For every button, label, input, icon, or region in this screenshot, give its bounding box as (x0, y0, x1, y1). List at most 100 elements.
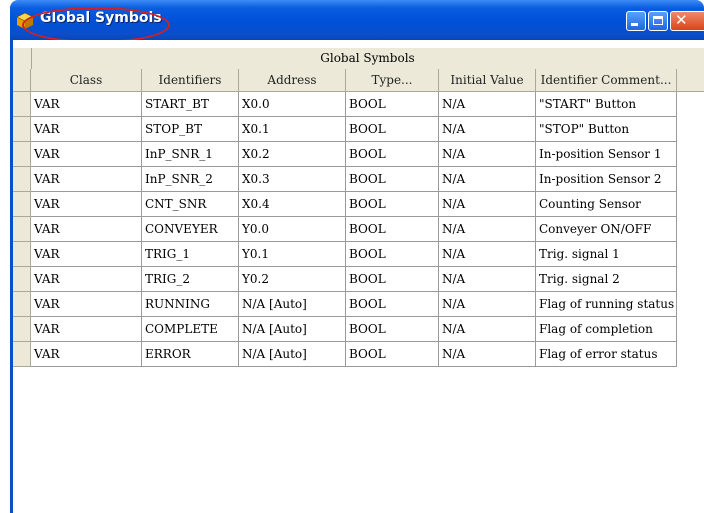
table-row[interactable]: VAR ERROR N/A [Auto] BOOL N/A Flag of error s… (13, 342, 704, 367)
cell-address[interactable]: X0.1 (239, 117, 346, 142)
cell-type[interactable]: BOOL (346, 192, 439, 217)
row-header[interactable] (13, 142, 31, 167)
symbol-table: Global Symbols Class Identifiers Address… (13, 40, 704, 513)
cell-initial-value[interactable]: N/A (439, 92, 536, 117)
cell-type[interactable]: BOOL (346, 242, 439, 267)
cell-initial-value[interactable]: N/A (439, 192, 536, 217)
cell-class[interactable]: VAR (31, 267, 142, 292)
cell-address[interactable]: N/A [Auto] (239, 292, 346, 317)
cell-address[interactable]: X0.3 (239, 167, 346, 192)
cell-comment[interactable]: "START" Button (536, 92, 677, 117)
column-headers: Class Identifiers Address Type... Initia… (13, 69, 704, 92)
table-row[interactable]: VAR CNT_SNR X0.4 BOOL N/A Counting Sensor (13, 192, 704, 217)
cell-class[interactable]: VAR (31, 242, 142, 267)
row-header[interactable] (13, 317, 31, 342)
cell-comment[interactable]: Flag of completion (536, 317, 677, 342)
cell-address[interactable]: X0.0 (239, 92, 346, 117)
cell-identifier[interactable]: InP_SNR_1 (142, 142, 239, 167)
column-header-identifier-comment[interactable]: Identifier Comment... (536, 69, 677, 91)
cell-class[interactable]: VAR (31, 342, 142, 367)
cell-type[interactable]: BOOL (346, 267, 439, 292)
cell-identifier[interactable]: COMPLETE (142, 317, 239, 342)
row-header[interactable] (13, 292, 31, 317)
cell-type[interactable]: BOOL (346, 167, 439, 192)
cell-comment[interactable]: In-position Sensor 2 (536, 167, 677, 192)
cell-comment[interactable]: Conveyer ON/OFF (536, 217, 677, 242)
cell-initial-value[interactable]: N/A (439, 217, 536, 242)
cell-initial-value[interactable]: N/A (439, 317, 536, 342)
column-header-class[interactable]: Class (31, 69, 142, 91)
cell-address[interactable]: Y0.1 (239, 242, 346, 267)
cell-class[interactable]: VAR (31, 117, 142, 142)
cell-comment[interactable]: Trig. signal 1 (536, 242, 677, 267)
cell-type[interactable]: BOOL (346, 117, 439, 142)
cell-type[interactable]: BOOL (346, 142, 439, 167)
cell-initial-value[interactable]: N/A (439, 167, 536, 192)
cell-initial-value[interactable]: N/A (439, 267, 536, 292)
row-header[interactable] (13, 267, 31, 292)
cell-identifier[interactable]: START_BT (142, 92, 239, 117)
table-row[interactable]: VAR TRIG_1 Y0.1 BOOL N/A Trig. signal 1 (13, 242, 704, 267)
cell-class[interactable]: VAR (31, 92, 142, 117)
table-row[interactable]: VAR RUNNING N/A [Auto] BOOL N/A Flag of runni… (13, 292, 704, 317)
cell-address[interactable]: Y0.0 (239, 217, 346, 242)
row-header[interactable] (13, 192, 31, 217)
cell-address[interactable]: Y0.2 (239, 267, 346, 292)
cell-comment[interactable]: Flag of error status (536, 342, 677, 367)
cell-identifier[interactable]: TRIG_1 (142, 242, 239, 267)
cell-type[interactable]: BOOL (346, 292, 439, 317)
cell-initial-value[interactable]: N/A (439, 117, 536, 142)
cell-comment[interactable]: Trig. signal 2 (536, 267, 677, 292)
cell-address[interactable]: X0.4 (239, 192, 346, 217)
cell-class[interactable]: VAR (31, 142, 142, 167)
cell-type[interactable]: BOOL (346, 317, 439, 342)
table-row[interactable]: VAR CONVEYER Y0.0 BOOL N/A Conveyer ON/OFF (13, 217, 704, 242)
row-header[interactable] (13, 242, 31, 267)
row-header[interactable] (13, 92, 31, 117)
cell-type[interactable]: BOOL (346, 342, 439, 367)
cell-identifier[interactable]: RUNNING (142, 292, 239, 317)
minimize-button[interactable] (626, 11, 646, 31)
title-bar[interactable]: Global Symbols ✕ (10, 0, 704, 43)
cell-comment[interactable]: In-position Sensor 1 (536, 142, 677, 167)
cell-initial-value[interactable]: N/A (439, 242, 536, 267)
cell-class[interactable]: VAR (31, 317, 142, 342)
table-row[interactable]: VAR COMPLETE N/A [Auto] BOOL N/A Flag of comp… (13, 317, 704, 342)
cell-comment[interactable]: "STOP" Button (536, 117, 677, 142)
column-header-address[interactable]: Address (239, 69, 346, 91)
cell-type[interactable]: BOOL (346, 92, 439, 117)
cell-identifier[interactable]: STOP_BT (142, 117, 239, 142)
close-button[interactable]: ✕ (670, 11, 704, 31)
cell-address[interactable]: X0.2 (239, 142, 346, 167)
row-header[interactable] (13, 117, 31, 142)
table-row[interactable]: VAR InP_SNR_2 X0.3 BOOL N/A In-position Senso… (13, 167, 704, 192)
table-row[interactable]: VAR InP_SNR_1 X0.2 BOOL N/A In-position Senso… (13, 142, 704, 167)
cell-address[interactable]: N/A [Auto] (239, 342, 346, 367)
row-header[interactable] (13, 167, 31, 192)
cell-comment[interactable]: Counting Sensor (536, 192, 677, 217)
cell-class[interactable]: VAR (31, 292, 142, 317)
column-header-type[interactable]: Type... (346, 69, 439, 91)
cell-class[interactable]: VAR (31, 192, 142, 217)
cell-initial-value[interactable]: N/A (439, 142, 536, 167)
cell-identifier[interactable]: TRIG_2 (142, 267, 239, 292)
column-header-identifiers[interactable]: Identifiers (142, 69, 239, 91)
table-row[interactable]: VAR START_BT X0.0 BOOL N/A "START" Button (13, 92, 704, 117)
cell-identifier[interactable]: InP_SNR_2 (142, 167, 239, 192)
cell-comment[interactable]: Flag of running status (536, 292, 677, 317)
cell-address[interactable]: N/A [Auto] (239, 317, 346, 342)
maximize-button[interactable] (648, 11, 668, 31)
table-row[interactable]: VAR STOP_BT X0.1 BOOL N/A "STOP" Button (13, 117, 704, 142)
cell-class[interactable]: VAR (31, 217, 142, 242)
row-header[interactable] (13, 217, 31, 242)
row-header[interactable] (13, 342, 31, 367)
cell-identifier[interactable]: CONVEYER (142, 217, 239, 242)
column-header-initial-value[interactable]: Initial Value (439, 69, 536, 91)
cell-class[interactable]: VAR (31, 167, 142, 192)
cell-identifier[interactable]: CNT_SNR (142, 192, 239, 217)
cell-initial-value[interactable]: N/A (439, 342, 536, 367)
cell-initial-value[interactable]: N/A (439, 292, 536, 317)
table-row[interactable]: VAR TRIG_2 Y0.2 BOOL N/A Trig. signal 2 (13, 267, 704, 292)
cell-type[interactable]: BOOL (346, 217, 439, 242)
cell-identifier[interactable]: ERROR (142, 342, 239, 367)
